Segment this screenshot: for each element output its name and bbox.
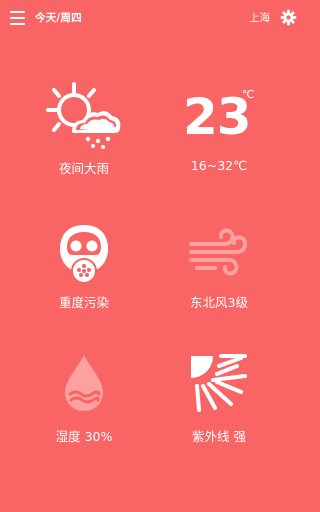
weather-condition-label: 夜间大雨: [58, 161, 109, 176]
water-drop-icon: [65, 355, 103, 411]
date-label: 今天/周四: [35, 12, 82, 24]
menu-icon[interactable]: [10, 11, 26, 25]
pollution-label: 重度污染: [58, 295, 109, 310]
weather-cell: 夜间大雨: [24, 80, 144, 180]
gear-icon[interactable]: [280, 9, 297, 26]
uv-label: 紫外线 强: [192, 429, 246, 444]
wind-icon: [189, 228, 248, 276]
city-name[interactable]: 上海: [249, 10, 270, 25]
gas-mask-icon: [60, 225, 108, 284]
temperature-unit: ℃: [242, 88, 255, 101]
temperature-cell: 16~32℃: [159, 158, 279, 178]
wind-label: 东北风3级: [190, 295, 248, 310]
humidity-label: 湿度 30%: [55, 429, 113, 444]
pollution-cell: 重度污染: [24, 222, 144, 312]
sun-rays-icon: [191, 354, 247, 412]
wind-cell: 东北风3级: [159, 222, 279, 312]
uv-cell: 紫外线 强: [159, 352, 279, 447]
current-temperature: 23: [183, 88, 252, 146]
temperature-range-label: 16~32℃: [190, 158, 248, 173]
top-bar: 今天/周四 上海: [0, 0, 307, 36]
humidity-cell: 湿度 30%: [24, 352, 144, 447]
sun-cloud-rain-icon: [46, 82, 121, 149]
